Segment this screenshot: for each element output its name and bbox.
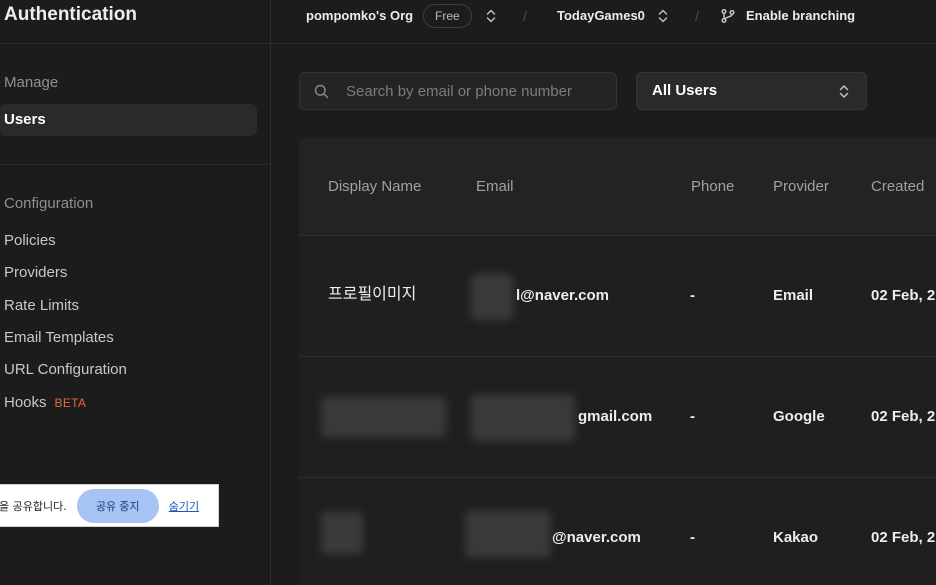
sidebar-item-email-templates[interactable]: Email Templates bbox=[0, 322, 257, 354]
top-bar: pompomko's Org Free / TodayGames0 / Enab… bbox=[271, 0, 936, 44]
sidebar-item-users[interactable]: Users bbox=[0, 104, 257, 136]
table-row[interactable]: @naver.com - Kakao 02 Feb, 2 bbox=[299, 478, 936, 585]
org-name[interactable]: pompomko's Org bbox=[306, 0, 413, 32]
table-row[interactable]: 프로필이미지 l@naver.com - Email 02 Feb, 2 bbox=[299, 236, 936, 357]
redacted-display-name-blur bbox=[321, 397, 446, 437]
sidebar-item-label: Rate Limits bbox=[4, 297, 80, 314]
git-branch-icon bbox=[721, 9, 735, 23]
search-icon bbox=[314, 84, 329, 99]
search-box bbox=[299, 72, 617, 110]
cell-phone: - bbox=[690, 287, 695, 304]
cell-provider: Kakao bbox=[773, 529, 819, 546]
table-header: Display Name Email Phone Provider Create… bbox=[299, 138, 936, 236]
column-header-email[interactable]: Email bbox=[476, 138, 514, 236]
sidebar-item-label: Email Templates bbox=[4, 329, 114, 346]
sidebar-header-divider bbox=[0, 43, 271, 44]
sidebar-item-url-configuration[interactable]: URL Configuration bbox=[0, 354, 257, 386]
column-header-display-name[interactable]: Display Name bbox=[328, 138, 421, 236]
breadcrumb-separator: / bbox=[695, 8, 699, 24]
cell-email: l@naver.com bbox=[516, 287, 610, 304]
breadcrumb-separator: / bbox=[523, 8, 527, 24]
sidebar-item-label: Policies bbox=[4, 232, 56, 249]
sidebar-title: Authentication bbox=[4, 4, 137, 25]
sidebar-item-providers[interactable]: Providers bbox=[0, 257, 257, 289]
column-header-created[interactable]: Created bbox=[871, 138, 924, 236]
redacted-email-blur bbox=[465, 511, 551, 557]
enable-branching-button[interactable]: Enable branching bbox=[746, 0, 855, 32]
section-configuration-label: Configuration bbox=[4, 195, 94, 212]
project-name[interactable]: TodayGames0 bbox=[557, 0, 645, 32]
cell-provider: Google bbox=[773, 408, 825, 425]
sidebar-item-label: Providers bbox=[4, 264, 68, 281]
screen-share-bar: 을 공유합니다. 공유 중지 숨기기 bbox=[0, 484, 219, 527]
share-status-text: 을 공유합니다. bbox=[0, 499, 67, 513]
org-switcher-chevron-icon[interactable] bbox=[484, 8, 498, 24]
chevron-up-down-icon bbox=[839, 85, 849, 98]
user-filter-value: All Users bbox=[652, 82, 718, 99]
redacted-avatar-blur bbox=[321, 512, 363, 554]
redacted-email-blur bbox=[471, 274, 513, 320]
cell-email: gmail.com bbox=[578, 408, 653, 425]
column-header-provider[interactable]: Provider bbox=[773, 138, 829, 236]
beta-badge: BETA bbox=[54, 396, 87, 410]
search-input[interactable] bbox=[346, 73, 611, 109]
sidebar-item-label: URL Configuration bbox=[4, 361, 127, 378]
hide-share-bar-link[interactable]: 숨기기 bbox=[169, 498, 199, 514]
column-header-phone[interactable]: Phone bbox=[691, 138, 734, 236]
sidebar-item-label: Users bbox=[4, 111, 46, 128]
sidebar-item-rate-limits[interactable]: Rate Limits bbox=[0, 290, 257, 322]
cell-display-name: 프로필이미지 bbox=[328, 284, 417, 303]
cell-created: 02 Feb, 2 bbox=[871, 529, 936, 546]
cell-phone: - bbox=[690, 529, 695, 546]
sidebar-item-policies[interactable]: Policies bbox=[0, 225, 257, 257]
project-switcher-chevron-icon[interactable] bbox=[656, 8, 670, 24]
cell-phone: - bbox=[690, 408, 695, 425]
cell-created: 02 Feb, 2 bbox=[871, 408, 936, 425]
stop-sharing-button[interactable]: 공유 중지 bbox=[76, 488, 159, 523]
user-filter-select[interactable]: All Users bbox=[636, 72, 867, 110]
table-row[interactable]: gmail.com - Google 02 Feb, 2 bbox=[299, 357, 936, 478]
sidebar-item-label: Hooks bbox=[4, 394, 47, 411]
users-table: Display Name Email Phone Provider Create… bbox=[299, 138, 936, 585]
sidebar-item-hooks[interactable]: Hooks BETA bbox=[0, 387, 257, 419]
plan-badge[interactable]: Free bbox=[423, 4, 472, 28]
cell-created: 02 Feb, 2 bbox=[871, 287, 936, 304]
cell-email: @naver.com bbox=[552, 529, 641, 546]
section-manage-label: Manage bbox=[4, 74, 59, 91]
cell-provider: Email bbox=[773, 287, 814, 304]
sidebar-divider bbox=[0, 164, 271, 165]
redacted-email-blur bbox=[471, 395, 575, 441]
